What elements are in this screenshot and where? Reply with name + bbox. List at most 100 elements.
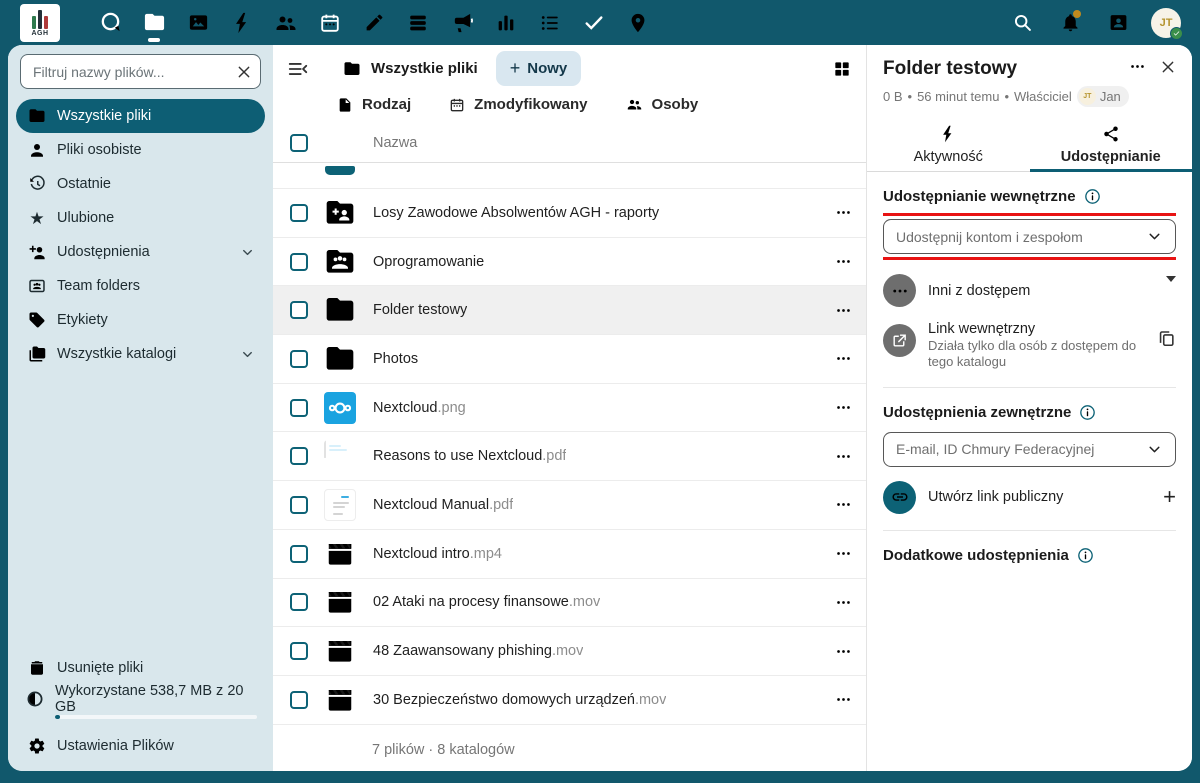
row-checkbox[interactable] [290, 203, 308, 222]
row-checkbox[interactable] [290, 642, 308, 661]
collapse-sidebar-icon[interactable] [287, 58, 313, 80]
table-row[interactable]: 02 Ataki na procesy finansowe.mov [273, 579, 866, 628]
deck-icon[interactable] [396, 0, 440, 45]
table-row[interactable]: Reasons to use Nextcloud.pdf [273, 432, 866, 482]
row-checkbox[interactable] [290, 349, 308, 368]
sidebar-item-all-catalogs[interactable]: Wszystkie katalogi [16, 337, 265, 371]
sidebar-item-deleted-files[interactable]: Usunięte pliki [16, 651, 265, 685]
row-checkbox[interactable] [290, 252, 308, 271]
checks-icon[interactable] [572, 0, 616, 45]
create-public-link-row[interactable]: Utwórz link publiczny + [883, 480, 1176, 514]
external-share-select[interactable]: E-mail, ID Chmury Federacyjnej [883, 431, 1176, 467]
tab-activity[interactable]: Aktywność [867, 119, 1030, 171]
internal-link-row[interactable]: Link wewnętrzny Działa tylko dla osób z … [883, 321, 1176, 371]
grid-view-icon[interactable] [832, 59, 852, 79]
row-checkbox[interactable] [290, 447, 308, 466]
row-checkbox[interactable] [290, 398, 308, 417]
tab-sharing[interactable]: Udostępnianie [1029, 119, 1193, 172]
filter-chip-type[interactable]: Rodzaj [337, 96, 411, 113]
contacts-icon[interactable] [264, 0, 308, 45]
row-checkbox[interactable] [290, 690, 308, 709]
sidebar-item-favorites[interactable]: ★ Ulubione [16, 201, 265, 235]
info-icon[interactable] [1084, 188, 1101, 205]
row-actions-icon[interactable] [835, 643, 852, 660]
sidebar-item-all-files[interactable]: Wszystkie pliki [16, 99, 265, 133]
table-row[interactable]: Photos [273, 335, 866, 384]
row-checkbox[interactable] [290, 593, 308, 612]
row-actions-icon[interactable] [835, 545, 852, 562]
row-actions-icon[interactable] [835, 594, 852, 611]
analytics-icon[interactable] [484, 0, 528, 45]
table-row[interactable]: Nextcloud Manual.pdf [273, 481, 866, 530]
row-actions-icon[interactable] [835, 448, 852, 465]
user-avatar[interactable]: JT [1146, 0, 1186, 45]
clear-filter-icon[interactable] [236, 64, 252, 80]
sidebar-item-personal-files[interactable]: Pliki osobiste [16, 133, 265, 167]
others-with-access-row[interactable]: Inni z dostępem [883, 274, 1176, 307]
maps-icon[interactable] [616, 0, 660, 45]
tasks-icon[interactable] [528, 0, 572, 45]
filter-files-input[interactable] [33, 63, 236, 80]
owner-name: Jan [1099, 89, 1121, 104]
owner-badge[interactable]: JT Jan [1076, 86, 1129, 107]
table-row[interactable]: Nextcloud.png [273, 384, 866, 433]
table-row[interactable]: Losy Zawodowe Absolwentów AGH - raporty [273, 189, 866, 238]
panel-tabs: Aktywność Udostępnianie [867, 119, 1192, 172]
row-actions-icon[interactable] [835, 253, 852, 270]
announcements-icon[interactable] [440, 0, 484, 45]
panel-title: Folder testowy [883, 58, 1018, 79]
internal-link-icon [883, 324, 916, 357]
talk-icon[interactable] [88, 0, 132, 45]
row-actions-icon[interactable] [835, 204, 852, 221]
sidebar-item-shares[interactable]: Udostępnienia [16, 235, 265, 269]
files-icon[interactable] [132, 0, 176, 45]
search-icon[interactable] [1002, 0, 1042, 45]
row-actions-icon[interactable] [835, 350, 852, 367]
row-checkbox[interactable] [290, 544, 308, 563]
new-button[interactable]: + Nowy [495, 51, 582, 86]
internal-share-select[interactable]: Udostępnij kontom i zespołom [883, 219, 1176, 254]
notes-icon[interactable] [352, 0, 396, 45]
panel-close-icon[interactable] [1160, 59, 1176, 75]
quota-section[interactable]: Wykorzystane 538,7 MB z 20 GB [14, 683, 267, 725]
breadcrumb[interactable]: Wszystkie pliki [343, 60, 478, 78]
row-actions-icon[interactable] [835, 496, 852, 513]
quota-progressbar [55, 715, 257, 719]
table-row[interactable]: Nextcloud intro.mp4 [273, 530, 866, 579]
contacts-menu-icon[interactable] [1098, 0, 1138, 45]
expand-caret-icon[interactable] [1166, 275, 1176, 300]
table-row-selected[interactable]: Folder testowy [273, 286, 866, 336]
notifications-bell-icon[interactable] [1050, 0, 1090, 45]
sidebar-item-tags[interactable]: Etykiety [16, 303, 265, 337]
tag-icon [28, 311, 46, 329]
row-checkbox[interactable] [290, 301, 308, 320]
calendar-icon[interactable] [308, 0, 352, 45]
panel-more-actions-icon[interactable] [1129, 58, 1146, 75]
agh-logo[interactable]: AGH [20, 3, 60, 42]
sidebar-item-recent[interactable]: Ostatnie [16, 167, 265, 201]
column-name-label[interactable]: Nazwa [373, 135, 417, 151]
row-actions-icon[interactable] [835, 399, 852, 416]
table-row[interactable]: 48 Zaawansowany phishing.mov [273, 627, 866, 676]
sidebar-item-team-folders[interactable]: Team folders [16, 269, 265, 303]
chevron-down-icon [1146, 441, 1163, 458]
row-actions-icon[interactable] [835, 691, 852, 708]
sidebar-item-files-settings[interactable]: Ustawienia Plików [16, 729, 265, 763]
select-all-checkbox[interactable] [290, 133, 308, 152]
table-row[interactable]: Oprogramowanie [273, 238, 866, 287]
copy-link-icon[interactable] [1157, 329, 1176, 348]
table-row[interactable]: 30 Bezpieczeństwo domowych urządzeń.mov [273, 676, 866, 725]
chevron-down-icon[interactable] [240, 347, 255, 362]
photos-icon[interactable] [176, 0, 220, 45]
row-checkbox[interactable] [290, 495, 308, 514]
add-public-link-icon[interactable]: + [1163, 486, 1176, 508]
sidebar-item-label: Wszystkie pliki [57, 108, 152, 124]
row-actions-icon[interactable] [835, 302, 852, 319]
activity-icon[interactable] [220, 0, 264, 45]
chevron-down-icon[interactable] [240, 245, 255, 260]
filter-chip-people[interactable]: Osoby [626, 96, 698, 113]
info-icon[interactable] [1079, 404, 1096, 421]
info-icon[interactable] [1077, 547, 1094, 564]
filter-chip-modified[interactable]: Zmodyfikowany [449, 96, 588, 113]
file-ext: .png [437, 399, 466, 416]
